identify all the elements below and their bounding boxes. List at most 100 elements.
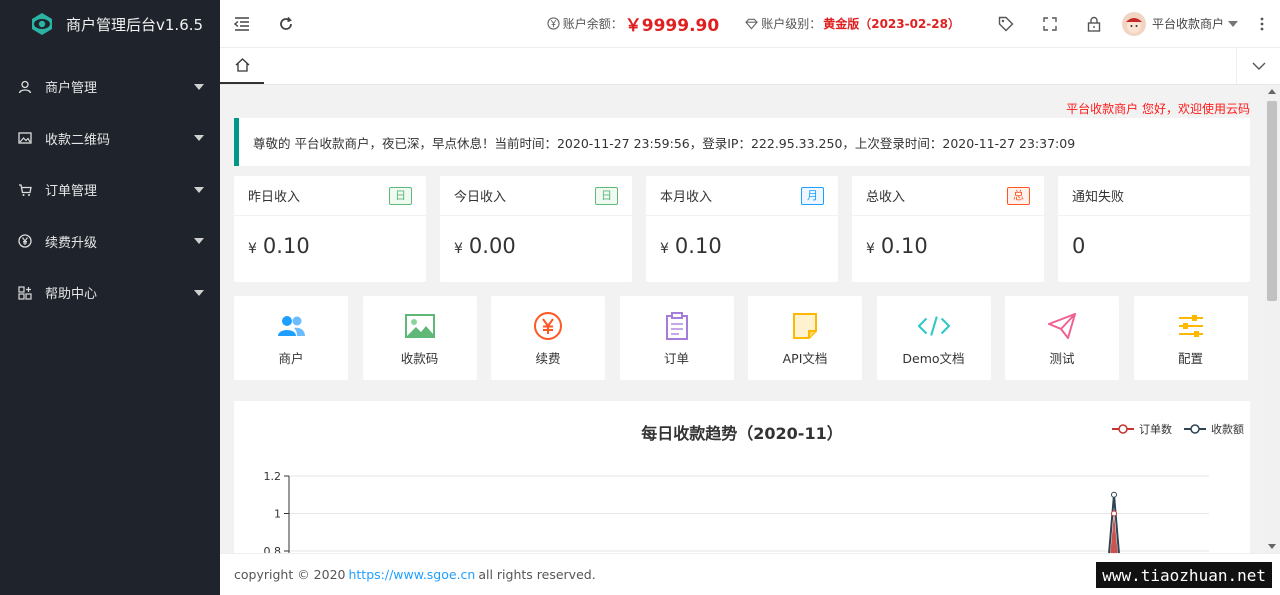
stat-label: 今日收入 (454, 190, 507, 205)
home-icon (235, 58, 249, 72)
stat-value: 0.00 (468, 234, 516, 258)
y-tick-label: 1.2 (264, 470, 282, 483)
stat-card-month: 本月收入 月 ¥0.10 (646, 176, 838, 282)
stat-value: 0.10 (262, 234, 310, 258)
stat-label: 总收入 (866, 190, 906, 205)
main-content: 平台收款商户 您好，欢迎使用云码 尊敬的 平台收款商户，夜已深，早点休息！当前时… (220, 85, 1264, 553)
user-icon (18, 80, 32, 94)
series-area-orders (1110, 513, 1118, 553)
legend-label: 订单数 (1139, 423, 1172, 436)
chart-series (1108, 491, 1120, 553)
sliders-icon (1175, 310, 1207, 342)
menu-toggle-button[interactable] (220, 0, 264, 48)
note-icon (789, 310, 821, 342)
diamond-icon (745, 18, 759, 29)
shortcut-test[interactable]: 测试 (1005, 296, 1119, 380)
chevron-down-icon (1228, 20, 1238, 27)
sidebar-item-renewal[interactable]: 续费升级 (0, 216, 220, 268)
apps-icon (18, 286, 32, 300)
sidebar-item-qrcode[interactable]: 收款二维码 (0, 113, 220, 165)
sidebar-item-help[interactable]: 帮助中心 (0, 267, 220, 319)
daily-trend-chart: 每日收款趋势（2020-11） 订单数 收款额 1.2 1 0.8 (234, 401, 1250, 553)
chart-legend: 订单数 收款额 (1112, 422, 1244, 436)
brand[interactable]: 商户管理后台v1.6.5 (0, 0, 220, 48)
shortcut-demo-docs[interactable]: Demo文档 (876, 296, 991, 380)
data-point-orders[interactable] (1111, 510, 1117, 517)
shortcut-renewal[interactable]: 续费 (491, 296, 605, 380)
sidebar-item-label: 商户管理 (45, 81, 98, 97)
chevron-down-icon (194, 186, 204, 193)
chart-y-ticks: 1.2 1 0.8 (264, 470, 289, 553)
shortcut-label: 测试 (1049, 350, 1075, 366)
stat-value: 0.10 (880, 234, 928, 258)
currency-symbol: ¥ (248, 241, 257, 257)
yen-circle-icon (547, 17, 560, 30)
shortcut-api-docs[interactable]: API文档 (748, 296, 862, 380)
shortcut-label: 配置 (1177, 350, 1203, 366)
rights-text: all rights reserved. (478, 567, 596, 582)
sidebar-item-merchant[interactable]: 商户管理 (0, 61, 220, 113)
legend-item-orders[interactable]: 订单数 (1112, 423, 1172, 436)
indent-icon (234, 16, 249, 31)
refresh-icon (280, 16, 292, 30)
tag-button[interactable] (984, 0, 1028, 48)
image-icon (18, 131, 32, 145)
users-icon (275, 310, 307, 342)
chart-grid (289, 475, 1209, 552)
user-menu[interactable]: 平台收款商户 (1121, 11, 1238, 36)
refresh-button[interactable] (264, 0, 308, 48)
more-button[interactable] (1244, 0, 1280, 48)
top-header: 账户余额： ￥9999.90 账户级别： 黄金版（2023-02-28） 平台收… (220, 0, 1280, 48)
scroll-thumb[interactable] (1267, 101, 1277, 301)
tab-dropdown-button[interactable] (1236, 48, 1280, 84)
level-value: 黄金版（2023-02-28） (823, 17, 960, 31)
currency-symbol: ¥ (454, 241, 463, 257)
copyright-text: copyright © 2020 (234, 567, 346, 582)
shortcut-config[interactable]: 配置 (1133, 296, 1248, 380)
stat-card-total: 总收入 总 ¥0.10 (852, 176, 1044, 282)
stat-badge: 日 (595, 186, 618, 205)
shortcut-label: 收款码 (400, 350, 439, 366)
sidebar-item-orders[interactable]: 订单管理 (0, 164, 220, 216)
shortcut-label: API文档 (782, 350, 828, 366)
stat-card-notify-failed: 通知失败 0 (1058, 176, 1250, 282)
shortcut-merchant[interactable]: 商户 (234, 296, 348, 380)
shortcut-qrcode[interactable]: 收款码 (362, 296, 477, 380)
fullscreen-icon (1043, 16, 1057, 31)
stat-badge: 总 (1007, 186, 1030, 205)
shortcut-label: 商户 (278, 350, 304, 366)
sidebar-item-label: 续费升级 (45, 235, 98, 251)
account-level: 账户级别： 黄金版（2023-02-28） (745, 15, 960, 32)
scroll-down-arrow[interactable] (1268, 544, 1276, 549)
sidebar-item-label: 订单管理 (45, 184, 98, 200)
sidebar: 商户管理后台v1.6.5 商户管理 收款二维码 订单管理 续费升级 帮助中心 (0, 0, 220, 595)
data-point-amount[interactable] (1111, 491, 1117, 498)
more-vertical-icon (1260, 17, 1264, 30)
welcome-marquee: 平台收款商户 您好，欢迎使用云码 (1066, 102, 1250, 116)
scroll-up-arrow[interactable] (1268, 89, 1276, 94)
chevron-down-icon (194, 135, 204, 142)
eye-logo-icon (32, 13, 52, 35)
stat-badge: 月 (801, 186, 824, 205)
lock-button[interactable] (1072, 0, 1116, 48)
stat-label: 通知失败 (1072, 190, 1125, 205)
legend-item-amount[interactable]: 收款额 (1184, 422, 1244, 436)
fullscreen-button[interactable] (1028, 0, 1072, 48)
y-tick-label: 0.8 (264, 545, 282, 553)
stat-value: 0 (1072, 234, 1086, 258)
lock-icon (1087, 16, 1101, 32)
content-scrollbar[interactable] (1264, 85, 1280, 553)
yen-icon (532, 310, 564, 342)
currency-symbol: ¥ (660, 241, 669, 257)
clipboard-icon (661, 310, 693, 342)
avatar (1121, 11, 1146, 36)
legend-label: 收款额 (1211, 422, 1244, 436)
stat-card-today: 今日收入 日 ¥0.00 (440, 176, 632, 282)
stat-value: 0.10 (674, 234, 722, 258)
sidebar-nav: 商户管理 收款二维码 订单管理 续费升级 帮助中心 (0, 61, 220, 319)
cart-icon (18, 183, 32, 197)
shortcut-orders[interactable]: 订单 (619, 296, 734, 380)
footer-link[interactable]: https://www.sgoe.cn (348, 567, 475, 582)
user-name: 平台收款商户 (1151, 17, 1224, 31)
tab-home[interactable] (220, 48, 264, 84)
